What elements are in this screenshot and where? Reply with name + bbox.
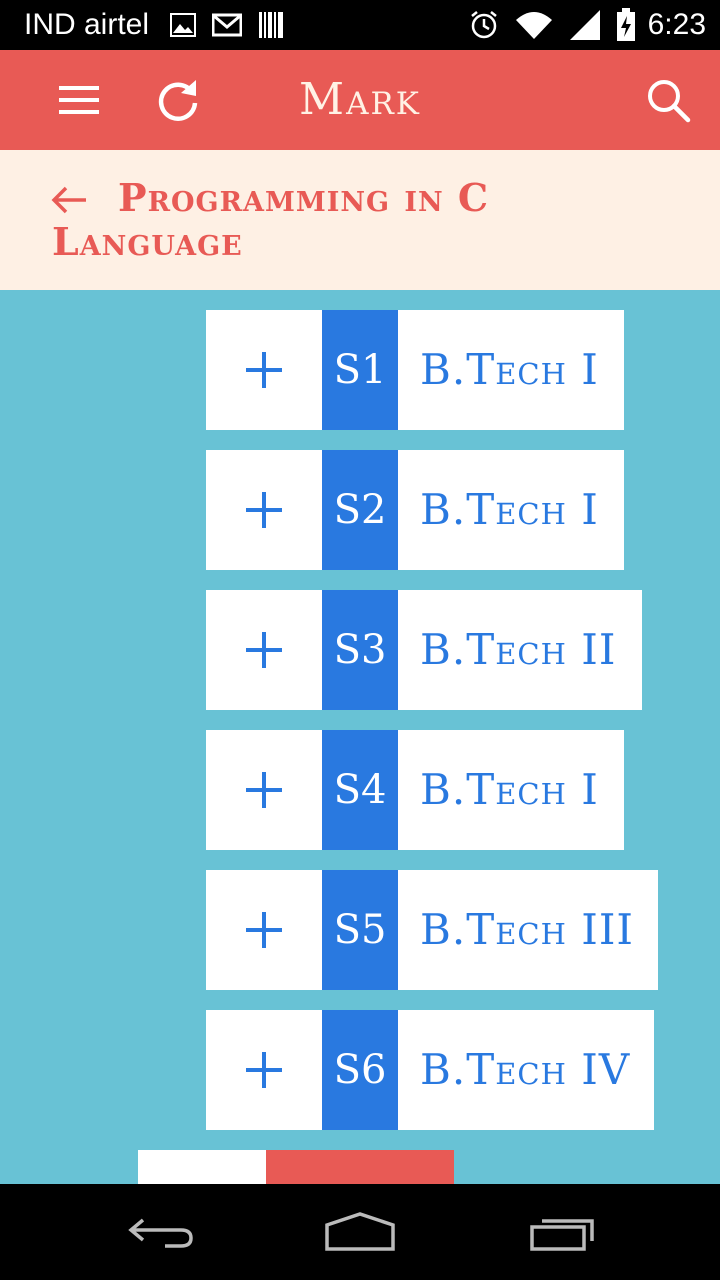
app-bar: Mark (0, 50, 720, 150)
section-code: S6 (322, 1010, 398, 1130)
section-code: S1 (322, 310, 398, 430)
section-code: S3 (322, 590, 398, 710)
section-label: B.Tech II (420, 625, 617, 674)
section-label: B.Tech I (420, 765, 599, 814)
app-title: Mark (299, 74, 421, 125)
clock: 6:23 (647, 8, 706, 41)
status-bar: IND airtel 6:23 (0, 0, 720, 50)
add-button[interactable] (206, 870, 322, 990)
plus-icon (246, 352, 282, 388)
gallery-icon (170, 13, 196, 37)
navigation-bar (0, 1184, 720, 1280)
plus-icon (246, 1052, 282, 1088)
nav-back-button[interactable] (120, 1202, 200, 1262)
search-icon (648, 80, 691, 123)
back-icon (128, 1218, 193, 1248)
search-button[interactable] (640, 72, 696, 128)
plus-icon (246, 492, 282, 528)
tab-inactive[interactable] (138, 1150, 266, 1184)
carrier-name: IND airtel (24, 8, 150, 41)
add-button[interactable] (206, 450, 322, 570)
plus-icon (246, 772, 282, 808)
barcode-icon (259, 12, 283, 38)
nav-recents-button[interactable] (522, 1202, 602, 1262)
course-title: Programming in C Language (52, 175, 490, 264)
tab-active[interactable] (266, 1150, 454, 1184)
section-row[interactable]: S1 B.Tech I (206, 310, 624, 430)
refresh-button[interactable] (150, 72, 206, 128)
menu-button[interactable] (51, 72, 107, 128)
section-label: B.Tech III (420, 905, 634, 954)
plus-icon (246, 632, 282, 668)
menu-icon (59, 86, 99, 114)
system-icons (468, 8, 636, 42)
bottom-tab-strip (138, 1150, 454, 1184)
section-code: S5 (322, 870, 398, 990)
recents-icon (530, 1219, 594, 1251)
section-row[interactable]: S6 B.Tech IV (206, 1010, 654, 1130)
section-row[interactable]: S2 B.Tech I (206, 450, 624, 570)
gmail-icon (212, 13, 242, 37)
add-button[interactable] (206, 590, 322, 710)
refresh-icon (158, 80, 198, 121)
section-label: B.Tech IV (420, 1045, 631, 1094)
plus-icon (246, 912, 282, 948)
section-label: B.Tech I (420, 345, 599, 394)
section-row[interactable]: S4 B.Tech I (206, 730, 624, 850)
alarm-icon (471, 11, 497, 39)
section-row[interactable]: S3 B.Tech II (206, 590, 642, 710)
section-label: B.Tech I (420, 485, 599, 534)
add-button[interactable] (206, 730, 322, 850)
wifi-icon (516, 12, 552, 39)
section-code: S4 (322, 730, 398, 850)
home-icon (325, 1212, 395, 1251)
battery-icon (617, 8, 635, 41)
add-button[interactable] (206, 1010, 322, 1130)
nav-home-button[interactable] (320, 1202, 400, 1262)
section-row[interactable]: S5 B.Tech III (206, 870, 658, 990)
course-header: Programming in C Language (0, 150, 720, 290)
signal-icon (570, 10, 600, 40)
section-code: S2 (322, 450, 398, 570)
add-button[interactable] (206, 310, 322, 430)
notification-icons (170, 10, 284, 40)
